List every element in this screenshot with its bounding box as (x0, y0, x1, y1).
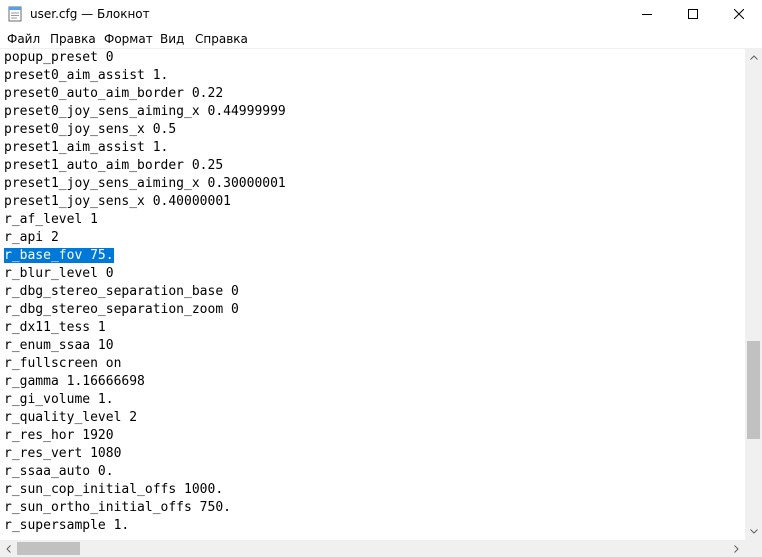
text-line: r_enum_ssaa 10 (4, 337, 286, 355)
scroll-up-button[interactable] (745, 49, 762, 66)
line-text: r_sun_cop_initial_offs 1000. (4, 482, 224, 497)
line-text: r_api 2 (4, 230, 59, 245)
text-line: preset1_joy_sens_x 0.40000001 (4, 193, 286, 211)
line-text: r_res_vert 1080 (4, 446, 122, 461)
horizontal-scrollbar[interactable] (0, 540, 745, 557)
text-line: r_dbg_stereo_separation_base 0 (4, 283, 286, 301)
close-button[interactable] (716, 0, 762, 28)
line-text: r_gi_volume 1. (4, 392, 114, 407)
text-line: r_blur_level 0 (4, 265, 286, 283)
text-line: preset0_joy_sens_x 0.5 (4, 121, 286, 139)
text-line: r_gamma 1.16666698 (4, 373, 286, 391)
chevron-right-icon (734, 544, 739, 553)
vertical-scroll-thumb[interactable] (747, 341, 760, 439)
text-line: r_dbg_stereo_separation_zoom 0 (4, 301, 286, 319)
line-text: preset0_aim_assist 1. (4, 68, 169, 83)
line-text: preset1_joy_sens_aiming_x 0.30000001 (4, 176, 286, 191)
line-text: r_blur_level 0 (4, 266, 114, 281)
line-text: r_dx11_tess 1 (4, 320, 106, 335)
text-line: preset1_aim_assist 1. (4, 139, 286, 157)
text-line: r_res_vert 1080 (4, 445, 286, 463)
text-line: r_fullscreen on (4, 355, 286, 373)
line-text: r_dbg_stereo_separation_zoom 0 (4, 302, 239, 317)
text-lines: popup_preset 0 preset0_aim_assist 1. prese… (4, 49, 286, 535)
text-line: r_api 2 (4, 229, 286, 247)
line-text: preset1_aim_assist 1. (4, 140, 169, 155)
maximize-icon (688, 9, 698, 19)
line-text: preset0_auto_aim_border 0.22 (4, 86, 224, 101)
line-text: r_dbg_stereo_separation_base 0 (4, 284, 239, 299)
menu-help[interactable]: Справка (195, 31, 248, 47)
chevron-up-icon (749, 55, 758, 60)
chevron-down-icon (749, 529, 758, 534)
minimize-button[interactable] (624, 0, 670, 28)
title-bar: user.cfg — Блокнот (0, 0, 762, 28)
text-line: preset1_auto_aim_border 0.25 (4, 157, 286, 175)
line-text: preset0_joy_sens_x 0.5 (4, 122, 177, 137)
line-text: preset1_joy_sens_x 0.40000001 (4, 194, 231, 209)
line-text: r_quality_level 2 (4, 410, 138, 425)
scrollbar-corner (745, 540, 762, 557)
scroll-right-button[interactable] (728, 540, 745, 557)
text-line: popup_preset 0 (4, 49, 286, 67)
close-icon (734, 9, 744, 19)
text-line: r_dx11_tess 1 (4, 319, 286, 337)
line-text: preset1_auto_aim_border 0.25 (4, 158, 224, 173)
vertical-scrollbar[interactable] (745, 49, 762, 540)
scroll-left-button[interactable] (0, 540, 17, 557)
line-text: r_fullscreen on (4, 356, 122, 371)
menu-bar: Файл Правка Формат Вид Справка (0, 28, 762, 48)
text-line: preset1_joy_sens_aiming_x 0.30000001 (4, 175, 286, 193)
text-line: r_af_level 1 (4, 211, 286, 229)
text-editor[interactable]: popup_preset 0 preset0_aim_assist 1. prese… (0, 49, 745, 540)
maximize-button[interactable] (670, 0, 716, 28)
text-line: r_quality_level 2 (4, 409, 286, 427)
text-line: r_ssaa_auto 0. (4, 463, 286, 481)
line-text: popup_preset 0 (4, 50, 114, 65)
line-text: r_enum_ssaa 10 (4, 338, 114, 353)
text-line: preset0_aim_assist 1. (4, 67, 286, 85)
text-line: r_gi_volume 1. (4, 391, 286, 409)
line-text: r_sun_ortho_initial_offs 750. (4, 500, 231, 515)
line-text: preset0_joy_sens_aiming_x 0.44999999 (4, 104, 286, 119)
line-text: r_gamma 1.16666698 (4, 374, 145, 389)
window-title: user.cfg — Блокнот (30, 7, 150, 21)
scroll-down-button[interactable] (745, 523, 762, 540)
line-text: r_ssaa_auto 0. (4, 464, 114, 479)
text-line: r_base_fov 75. (4, 247, 286, 265)
notepad-icon (8, 6, 22, 22)
line-text: r_af_level 1 (4, 212, 98, 227)
horizontal-scroll-thumb[interactable] (17, 542, 80, 555)
line-text: r_supersample 1. (4, 518, 130, 533)
minimize-icon (642, 14, 652, 15)
text-line: preset0_auto_aim_border 0.22 (4, 85, 286, 103)
text-line: r_sun_cop_initial_offs 1000. (4, 481, 286, 499)
menu-edit[interactable]: Правка (50, 31, 96, 47)
text-line: r_sun_ortho_initial_offs 750. (4, 499, 286, 517)
menu-view[interactable]: Вид (160, 31, 184, 47)
chevron-left-icon (6, 544, 11, 553)
text-line: r_supersample 1. (4, 517, 286, 535)
menu-format[interactable]: Формат (104, 31, 153, 47)
menu-file[interactable]: Файл (7, 31, 40, 47)
text-line: preset0_joy_sens_aiming_x 0.44999999 (4, 103, 286, 121)
text-line: r_res_hor 1920 (4, 427, 286, 445)
selected-text: r_base_fov 75. (4, 248, 114, 263)
line-text: r_res_hor 1920 (4, 428, 114, 443)
